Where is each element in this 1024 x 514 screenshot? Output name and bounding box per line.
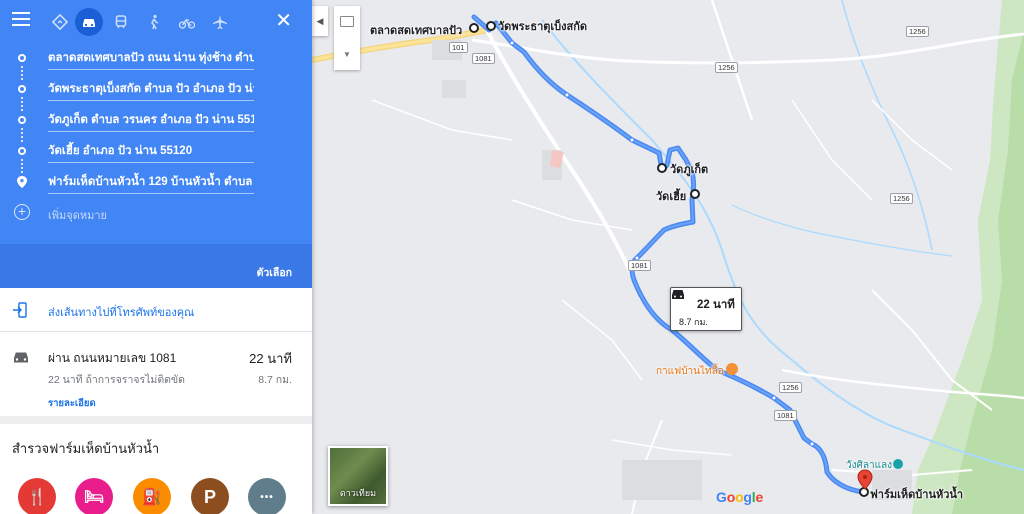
chevron-down-icon: ▼ [343, 50, 351, 59]
car-mode-icon[interactable] [75, 8, 103, 36]
waypoint-list: ตลาดสดเทศบาลปัว ถนน น่าน ทุ่งช้าง ตำบล ป… [0, 44, 312, 199]
waypoint-item[interactable]: วัดภูเก็ต ตำบล วรนคร อำเภอ ปัว น่าน 5512… [0, 106, 312, 142]
waypoint-item[interactable]: วัดพระธาตุเบ็งสกัด ตำบล ปัว อำเภอ ปัว น่… [0, 75, 312, 111]
waypoint-item[interactable]: วัดเฮี้ย อำเภอ ปัว น่าน 55120 [0, 137, 312, 173]
route-distance: 8.7 กม. [258, 374, 292, 386]
map-layers-button[interactable]: ▼ [334, 6, 360, 70]
route-details-link[interactable]: รายละเอียด [48, 396, 96, 411]
satellite-label: ดาวเทียม [339, 488, 377, 498]
travel-mode-bar: ✕ [0, 8, 312, 36]
road-shield: 1256 [906, 26, 929, 37]
route-option[interactable]: ผ่าน ถนนหมายเลข 1081 22 นาที 22 นาที ถ้า… [0, 332, 312, 424]
callout-duration: 22 นาที [697, 299, 735, 311]
send-to-phone-link[interactable]: ส่งเส้นทางไปที่โทรศัพท์ของคุณ [48, 303, 194, 321]
transit-mode-icon[interactable] [107, 8, 135, 36]
map-label-cafe[interactable]: กาแฟบ้านไทลื้อ [656, 364, 724, 379]
map-label-silalaeng[interactable]: วังศิลาแลง [846, 458, 892, 473]
close-directions-icon[interactable]: ✕ [275, 11, 292, 31]
options-button[interactable]: ตัวเลือก [257, 264, 292, 281]
waypoint-dot-icon [18, 147, 26, 155]
waypoint-input[interactable]: วัดเฮี้ย อำเภอ ปัว น่าน 55120 [48, 141, 254, 163]
car-icon [672, 290, 684, 299]
waypoint-input[interactable]: ตลาดสดเทศบาลปัว ถนน น่าน ทุ่งช้าง ตำบล ป… [48, 48, 254, 70]
waypoint-item[interactable]: ฟาร์มเห็ดบ้านหัวน้ำ 129 บ้านหัวน้ำ ตำบล … [0, 168, 312, 199]
maps-app: ✕ ตลาดสดเทศบาลปัว ถนน น่าน ทุ่งช้าง ตำบล… [0, 0, 1024, 514]
car-icon [14, 352, 28, 363]
gas-station-icon[interactable]: ⛽ [133, 478, 171, 514]
destination-pin-icon [17, 176, 27, 188]
directions-header: ✕ ตลาดสดเทศบาลปัว ถนน น่าน ทุ่งช้าง ตำบล… [0, 0, 312, 288]
destination-input[interactable]: ฟาร์มเห็ดบ้านหัวน้ำ 129 บ้านหัวน้ำ ตำบล … [48, 172, 254, 194]
road-shield: 1081 [628, 260, 651, 271]
map-label-wat-phrathat[interactable]: วัดพระธาตุเบ็งสกัด [498, 17, 587, 35]
hotel-icon[interactable]: 🛏 [75, 478, 113, 514]
road-shield: 1256 [715, 62, 738, 73]
add-icon: + [14, 204, 30, 220]
cycling-mode-icon[interactable] [173, 8, 201, 36]
route-duration-callout[interactable]: 22 นาที 8.7 กม. [670, 287, 742, 331]
map-label-wat-hia[interactable]: วัดเฮี้ย [656, 187, 686, 205]
waypoint-input[interactable]: วัดพระธาตุเบ็งสกัด ตำบล ปัว อำเภอ ปัว น่… [48, 79, 254, 101]
road-shield: 1256 [779, 382, 802, 393]
map-base [312, 0, 1024, 514]
map-label-start-market[interactable]: ตลาดสดเทศบาลปัว [370, 21, 462, 39]
more-icon[interactable]: ••• [248, 478, 286, 514]
send-to-phone-icon [13, 302, 27, 318]
send-to-phone-row[interactable]: ส่งเส้นทางไปที่โทรศัพท์ของคุณ [0, 288, 312, 332]
parking-icon[interactable]: P [191, 478, 229, 514]
best-route-mode-icon[interactable] [46, 8, 74, 36]
directions-panel: ✕ ตลาดสดเทศบาลปัว ถนน น่าน ทุ่งช้าง ตำบล… [0, 0, 312, 514]
explore-title: สำรวจฟาร์มเห็ดบ้านหัวน้ำ [12, 441, 160, 456]
add-destination-label: เพิ่มจุดหมาย [48, 210, 107, 222]
callout-distance: 8.7 กม. [679, 317, 708, 327]
map-label-destination[interactable]: ฟาร์มเห็ดบ้านหัวน้ำ [870, 485, 963, 503]
map-canvas[interactable]: ตลาดสดเทศบาลปัว วัดพระธาตุเบ็งสกัด วัดภู… [312, 0, 1024, 514]
road-shield: 1081 [472, 53, 495, 64]
road-shield: 1256 [890, 193, 913, 204]
waypoint-dot-icon [18, 54, 26, 62]
layers-icon [340, 16, 354, 27]
route-traffic-note: 22 นาที ถ้าการจราจรไม่ติดขัด [48, 374, 185, 386]
road-shield: 1081 [774, 410, 797, 421]
restaurant-icon[interactable]: 🍴 [18, 478, 56, 514]
route-duration: 22 นาที [249, 351, 292, 366]
map-label-wat-phuket[interactable]: วัดภูเก็ต [670, 160, 708, 178]
waypoint-item[interactable]: ตลาดสดเทศบาลปัว ถนน น่าน ทุ่งช้าง ตำบล ป… [0, 44, 312, 80]
satellite-toggle[interactable]: ดาวเทียม [328, 446, 388, 506]
add-destination-button[interactable]: + เพิ่มจุดหมาย [0, 202, 312, 226]
walking-mode-icon[interactable] [140, 8, 168, 36]
menu-icon[interactable] [12, 12, 30, 26]
road-shield: 101 [449, 42, 468, 53]
waypoint-input[interactable]: วัดภูเก็ต ตำบล วรนคร อำเภอ ปัว น่าน 5512… [48, 110, 254, 132]
collapse-panel-button[interactable]: ◀ [312, 6, 328, 36]
route-via-label: ผ่าน ถนนหมายเลข 1081 [48, 351, 177, 365]
google-logo: Google [716, 489, 764, 505]
waypoint-dot-icon [18, 85, 26, 93]
waypoint-dot-icon [18, 116, 26, 124]
flight-mode-icon[interactable] [206, 8, 234, 36]
